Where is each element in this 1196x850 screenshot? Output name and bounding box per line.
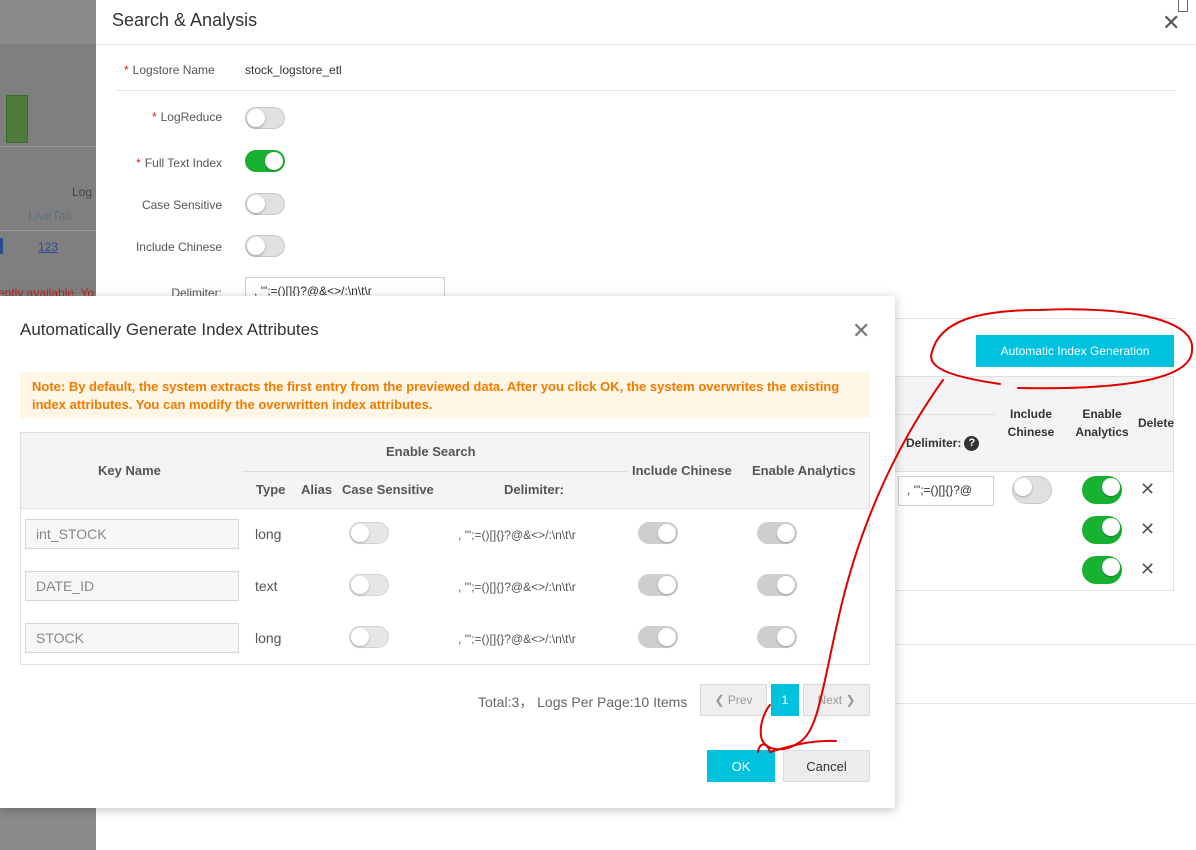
page-1-button[interactable]: 1 <box>771 684 799 716</box>
table-row: int_STOCK long , '";=()[]{}?@&<>/:\n\t\r <box>21 508 869 560</box>
chevron-right-icon: ❯ <box>845 693 856 707</box>
chevron-left-icon: ❮ <box>714 693 725 707</box>
key-name-input[interactable]: int_STOCK <box>25 519 239 549</box>
key-name-input[interactable]: STOCK <box>25 623 239 653</box>
include-chinese-header: Include Chinese <box>632 463 732 478</box>
background-log-text: Log <box>72 185 93 199</box>
enable-analytics-toggle[interactable] <box>757 574 797 596</box>
type-value: text <box>255 578 278 594</box>
ok-button[interactable]: OK <box>707 750 775 782</box>
type-value: long <box>255 630 282 646</box>
delete-icon[interactable]: ✕ <box>1140 519 1155 540</box>
include-chinese-toggle[interactable] <box>638 574 678 596</box>
background-axis <box>0 146 96 147</box>
full-text-index-label: * Full Text Index <box>136 156 222 170</box>
case-sensitive-toggle[interactable] <box>349 522 389 544</box>
alias-header: Alias <box>301 482 333 497</box>
delimiter-value: , '";=()[]{}?@&<>/:\n\t\r <box>458 528 576 542</box>
window-corner-icon <box>1178 0 1188 12</box>
key-name-header: Key Name <box>98 463 161 478</box>
include-chinese-toggle[interactable] <box>638 522 678 544</box>
include-chinese-toggle[interactable] <box>638 626 678 648</box>
field-table-include-chinese-header: Include Chinese <box>1007 407 1055 439</box>
logstore-name-label: * Logstore Name <box>124 63 215 77</box>
panel-divider <box>876 644 1196 645</box>
field-table-enable-analytics-header: Enable Analytics <box>1075 407 1129 439</box>
field-include-chinese-toggle[interactable] <box>1012 476 1052 504</box>
prev-page-button[interactable]: ❮ Prev <box>700 684 767 716</box>
field-table-delete-header: Delete <box>1138 416 1175 430</box>
delete-icon[interactable]: ✕ <box>1140 479 1155 500</box>
pagination-total: Total:3， Logs Per Page:10 Items <box>478 694 688 710</box>
background-histogram-bar <box>6 95 28 143</box>
case-sensitive-toggle[interactable] <box>245 193 285 215</box>
case-sensitive-header: Case Sensitive <box>342 482 434 497</box>
include-chinese-label: Include Chinese <box>135 240 222 254</box>
field-enable-analytics-toggle[interactable] <box>1082 516 1122 544</box>
panel-close-icon[interactable]: ✕ <box>1162 10 1180 36</box>
field-enable-analytics-toggle[interactable] <box>1082 476 1122 504</box>
dialog-title: Automatically Generate Index Attributes <box>20 320 319 339</box>
auto-generate-index-dialog: Automatically Generate Index Attributes … <box>0 296 895 808</box>
help-icon[interactable]: ? <box>964 436 980 452</box>
livetail-tab[interactable]: LiveTail <box>28 208 71 223</box>
enable-search-header: Enable Search <box>386 444 476 459</box>
enable-analytics-toggle[interactable] <box>757 626 797 648</box>
table-header-subdivider <box>242 471 627 472</box>
case-sensitive-label: Case Sensitive <box>141 198 222 212</box>
logreduce-toggle[interactable] <box>245 107 285 129</box>
next-page-button[interactable]: Next ❯ <box>803 684 870 716</box>
full-text-index-toggle[interactable] <box>245 150 285 172</box>
field-table-delimiter-header: Delimiter:? <box>906 434 980 452</box>
case-sensitive-toggle[interactable] <box>349 626 389 648</box>
form-divider <box>116 90 1176 91</box>
case-sensitive-toggle[interactable] <box>349 574 389 596</box>
delimiter-value: , '";=()[]{}?@&<>/:\n\t\r <box>458 632 576 646</box>
dialog-close-icon[interactable]: ✕ <box>852 318 870 344</box>
index-attributes-table: Key Name Enable Search Type Alias Case S… <box>20 432 870 665</box>
automatic-index-generation-button[interactable]: Automatic Index Generation <box>976 335 1174 367</box>
enable-analytics-toggle[interactable] <box>757 522 797 544</box>
background-count-link[interactable]: 123 <box>38 240 58 254</box>
panel-title: Search & Analysis <box>112 10 258 30</box>
dialog-note: Note: By default, the system extracts th… <box>20 372 870 418</box>
logreduce-label: * LogReduce <box>151 110 222 124</box>
panel-header-divider <box>96 44 1196 45</box>
table-row: STOCK long , '";=()[]{}?@&<>/:\n\t\r <box>21 612 869 664</box>
enable-analytics-header: Enable Analytics <box>752 463 856 478</box>
background-row-marker <box>0 238 3 254</box>
table-row: DATE_ID text , '";=()[]{}?@&<>/:\n\t\r <box>21 560 869 612</box>
type-value: long <box>255 526 282 542</box>
background-chart-area <box>0 44 96 294</box>
cancel-button[interactable]: Cancel <box>783 750 870 782</box>
panel-divider <box>876 703 1196 704</box>
delimiter-value: , '";=()[]{}?@&<>/:\n\t\r <box>458 580 576 594</box>
type-header: Type <box>256 482 286 497</box>
field-delimiter-input[interactable]: , '";=()[]{}?@ <box>898 476 994 506</box>
logstore-name-value: stock_logstore_etl <box>245 63 342 77</box>
delimiter-header: Delimiter: <box>504 482 564 497</box>
include-chinese-toggle[interactable] <box>245 235 285 257</box>
delete-icon[interactable]: ✕ <box>1140 559 1155 580</box>
key-name-input[interactable]: DATE_ID <box>25 571 239 601</box>
field-enable-analytics-toggle[interactable] <box>1082 556 1122 584</box>
background-divider <box>0 230 96 231</box>
